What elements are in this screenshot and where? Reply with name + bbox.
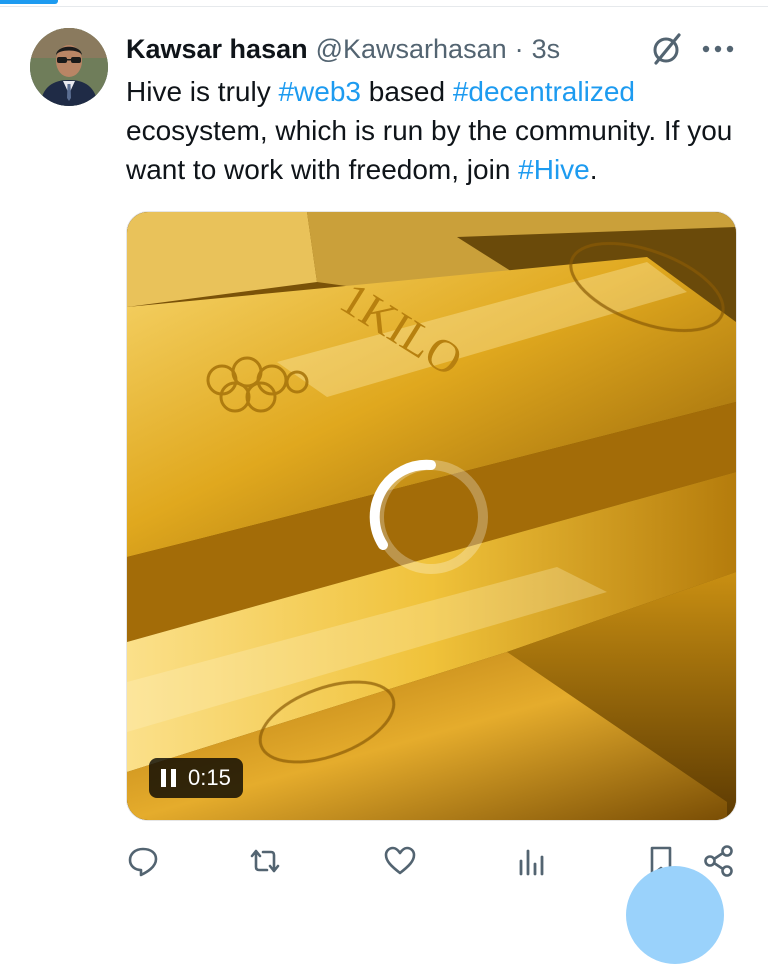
text-segment: ecosystem, which is run by the community… [126,115,733,185]
pause-icon[interactable] [161,769,176,787]
author-handle[interactable]: @Kawsarhasan [316,34,507,65]
top-divider [0,6,768,7]
tweet-header: Kawsar hasan @Kawsarhasan · 3s [126,30,560,68]
compose-fab-button[interactable] [626,866,724,964]
text-segment: Hive is truly [126,76,279,107]
more-dots-icon[interactable] [700,34,736,64]
text-segment: . [589,154,598,185]
tweet-timestamp[interactable]: 3s [532,34,561,65]
hashtag-hive[interactable]: #Hive [518,154,590,185]
bar-chart-icon[interactable] [514,844,548,878]
top-tab-indicator [0,0,58,4]
repost-arrows-icon[interactable] [248,844,282,878]
author-name[interactable]: Kawsar hasan [126,34,308,65]
avatar-photo [30,28,108,106]
video-timer[interactable]: 0:15 [149,758,243,798]
video-duration: 0:15 [188,765,231,790]
separator-dot: · [514,33,524,64]
avatar[interactable] [30,28,108,106]
heart-icon[interactable] [383,844,417,878]
hashtag-decentralized[interactable]: #decentralized [453,76,635,107]
video-player[interactable]: 1KILO 0:15 [126,211,737,821]
share-icon[interactable] [702,844,736,878]
loading-spinner-icon [369,459,488,574]
tweet-text: Hive is truly #web3 based #decentralized… [126,72,736,189]
hashtag-web3[interactable]: #web3 [278,76,361,107]
grok-slash-circle-icon[interactable] [650,32,684,66]
text-segment: based [360,76,453,107]
reply-bubble-icon[interactable] [126,844,160,878]
